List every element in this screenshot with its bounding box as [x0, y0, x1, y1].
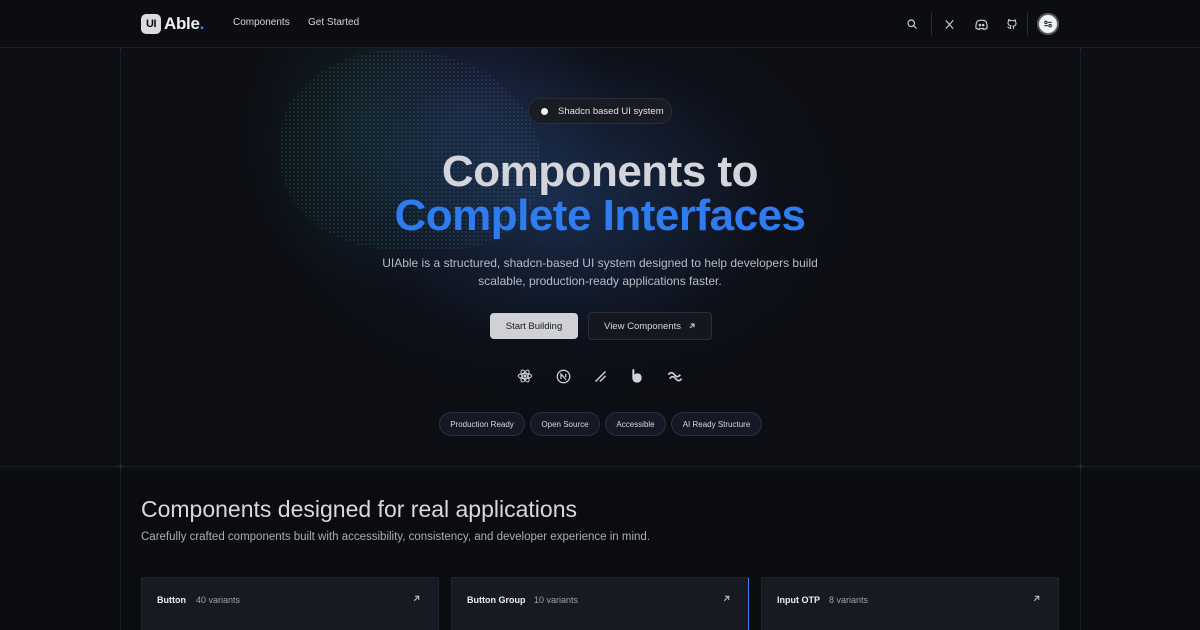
start-building-button[interactable]: Start Building: [490, 313, 578, 339]
card-count: 8 variants: [829, 595, 869, 605]
tag-open-source: Open Source: [530, 412, 600, 436]
nextjs-icon: [554, 367, 572, 385]
grid-line: [0, 466, 1200, 467]
tag-ai-ready-structure: AI Ready Structure: [671, 412, 762, 436]
card-count: 40 variants: [196, 595, 241, 605]
nav-divider: [1027, 13, 1028, 35]
grid-cross-icon: +: [1076, 459, 1084, 473]
card-title: Button Group: [467, 595, 526, 605]
arrow-up-right-icon: [723, 595, 730, 602]
grid-line: [120, 0, 121, 630]
bootstrap-icon: [628, 367, 646, 385]
x-twitter-icon[interactable]: [940, 15, 958, 33]
card-count: 10 variants: [534, 595, 579, 605]
component-card-button[interactable]: Button 40 variants: [141, 577, 439, 630]
card-title: Input OTP: [777, 595, 820, 605]
view-components-label: View Components: [604, 320, 681, 332]
hero-badge: Shadcn based UI system: [528, 98, 672, 124]
section-title: Components designed for real application…: [141, 496, 577, 522]
hero-badge-text: Shadcn based UI system: [558, 105, 664, 117]
hero-title-line1: Components to: [441, 147, 759, 196]
github-icon[interactable]: [1003, 15, 1021, 33]
arrow-up-right-icon: [413, 595, 420, 602]
arrow-up-right-icon: [1033, 595, 1040, 602]
view-components-button[interactable]: View Components: [588, 312, 712, 340]
grid-cross-icon: +: [116, 459, 124, 473]
search-icon[interactable]: [903, 15, 921, 33]
nav-link-get-started[interactable]: Get Started: [308, 17, 359, 28]
card-title: Button: [157, 595, 186, 605]
arrow-up-right-icon: [689, 323, 695, 329]
logo[interactable]: UI Able.: [141, 13, 204, 35]
theme-toggle-icon[interactable]: [1037, 13, 1059, 35]
logo-mark: UI: [141, 14, 161, 34]
discord-icon[interactable]: [972, 15, 990, 33]
component-card-input-otp[interactable]: Input OTP 8 variants: [761, 577, 1059, 630]
tailwind-icon: [666, 367, 684, 385]
logo-dot: .: [199, 14, 205, 33]
hero-title-line2: Complete Interfaces: [394, 191, 806, 240]
tag-production-ready: Production Ready: [439, 412, 525, 436]
section-subtitle: Carefully crafted components built with …: [141, 531, 651, 543]
logo-text: Able: [164, 14, 200, 33]
top-navbar: UI Able. Components Get Started: [0, 0, 1200, 48]
component-card-button-group[interactable]: Button Group 10 variants: [451, 577, 749, 630]
shadcn-icon: [591, 367, 609, 385]
hero-subtitle: UIAble is a structured, shadcn-based UI …: [382, 256, 818, 288]
grid-line: [1080, 0, 1081, 630]
nav-divider: [931, 13, 932, 35]
nav-link-components[interactable]: Components: [233, 17, 290, 28]
badge-dot-icon: [541, 107, 548, 115]
tag-accessible: Accessible: [605, 412, 666, 436]
react-icon: [516, 367, 534, 385]
